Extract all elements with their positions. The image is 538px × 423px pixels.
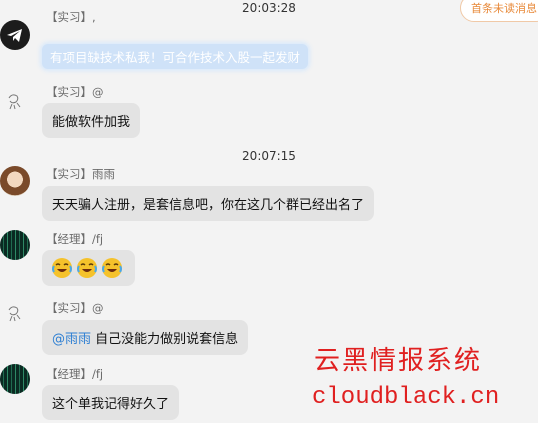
message-bubble[interactable]: 这个单我记得好久了 — [42, 385, 180, 420]
message-bubble[interactable]: 能做软件加我 — [42, 103, 141, 138]
watermark-title: 云黑情报系统 — [314, 346, 483, 376]
sender-name: 【经理】/fj — [46, 367, 104, 381]
watermark-url: cloudblack.cn — [312, 384, 500, 411]
mention-link[interactable]: @雨雨 — [52, 332, 91, 347]
girl-avatar[interactable] — [0, 166, 30, 196]
message-bubble[interactable]: 天天骗人注册，是套信息吧，你在这几个群已经出名了 — [42, 186, 375, 221]
message-bubble[interactable]: @雨雨 自己没能力做别说套信息 — [42, 320, 249, 355]
sender-name: 【实习】@ — [46, 85, 104, 99]
matrix-avatar[interactable] — [0, 230, 30, 260]
message-text: 自己没能力做别说套信息 — [91, 332, 239, 347]
sender-name: 【实习】@ — [46, 301, 104, 315]
emoji-bubble[interactable] — [42, 250, 135, 286]
timestamp: 20:07:15 — [242, 149, 296, 163]
message-bubble-highlighted[interactable]: 有项目缺技术私我！可合作技术入股一起发财 — [42, 44, 309, 69]
telegram-icon[interactable] — [0, 20, 30, 50]
sender-name: 【实习】, — [46, 10, 96, 24]
crying-laughing-emoji — [102, 258, 122, 278]
sketch-avatar[interactable] — [0, 298, 30, 328]
crying-laughing-emoji — [52, 258, 72, 278]
crying-laughing-emoji — [77, 258, 97, 278]
sender-name: 【经理】/fj — [46, 232, 104, 246]
sender-name: 【实习】雨雨 — [46, 167, 115, 181]
sketch-avatar[interactable] — [0, 86, 30, 116]
matrix-avatar[interactable] — [0, 364, 30, 394]
